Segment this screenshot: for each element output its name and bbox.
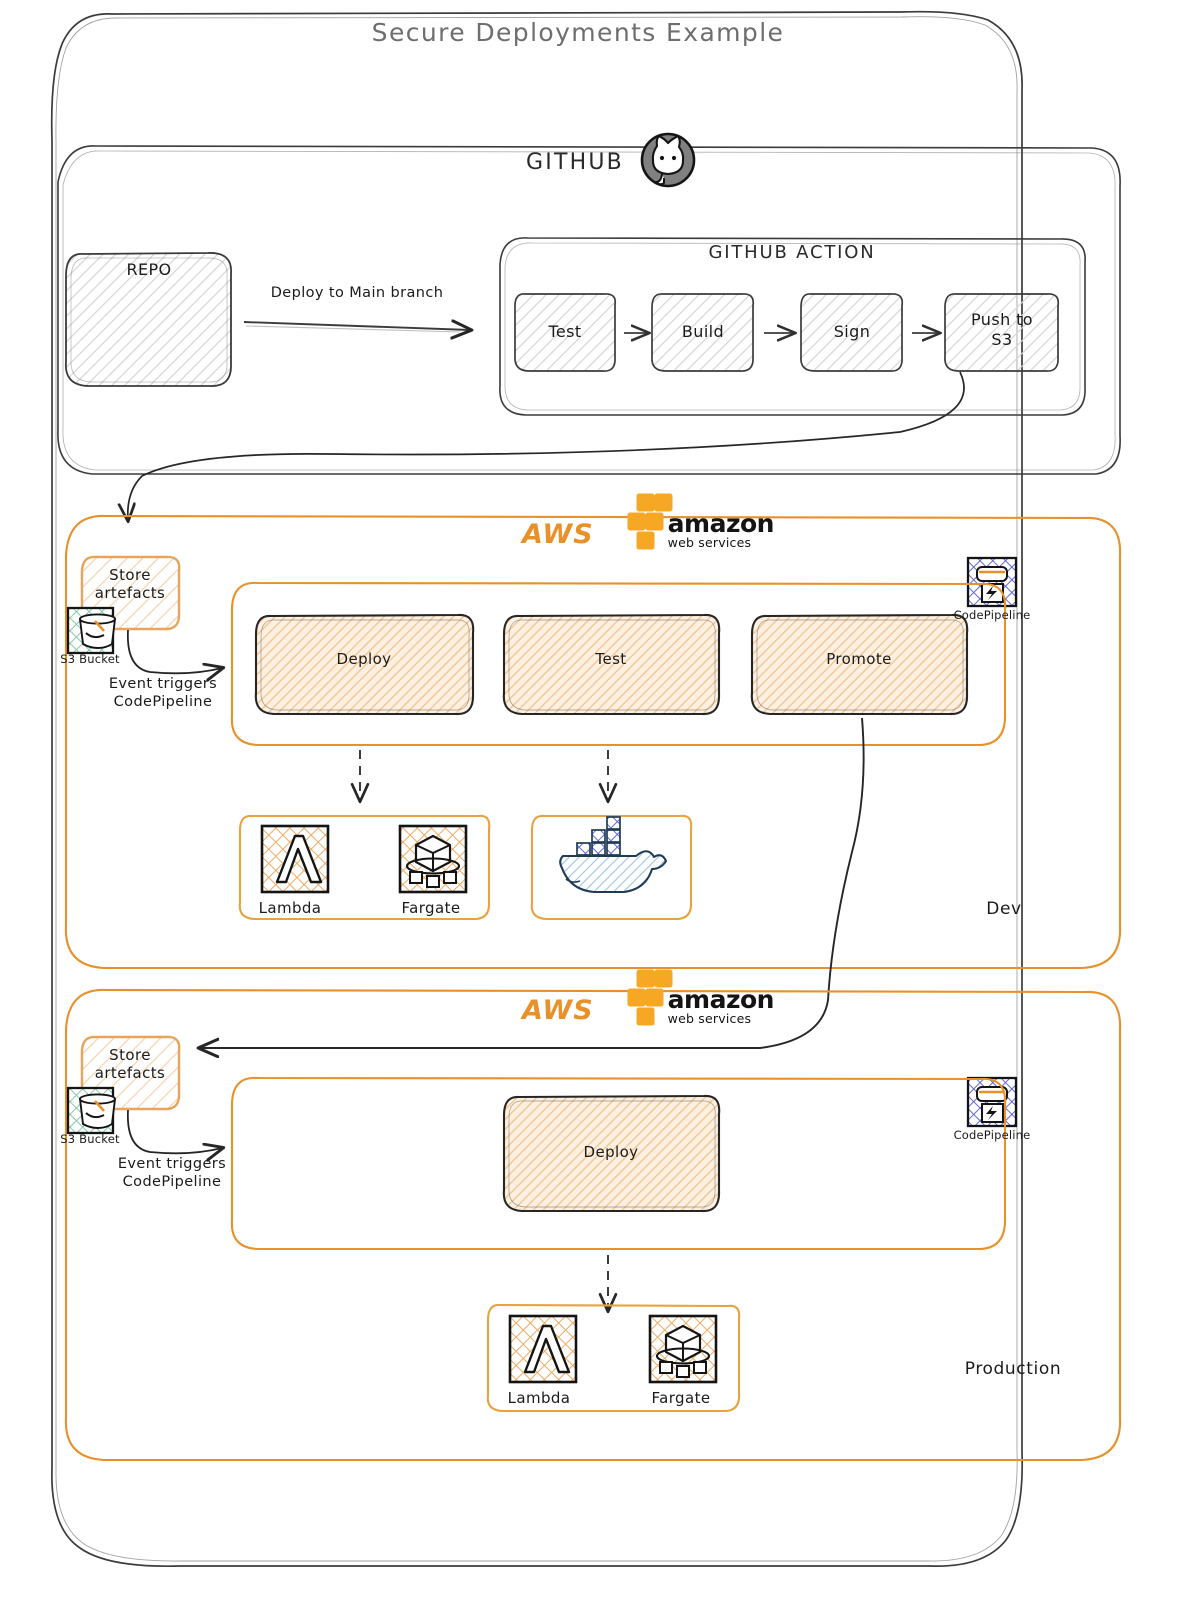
prod-codepipeline-icon-shape (966, 1076, 1018, 1128)
dev-stage-deploy[interactable]: Deploy (337, 650, 392, 668)
prod-s3-bucket-caption: S3 Bucket (60, 1132, 120, 1146)
prod-pipeline-container-shape (230, 1076, 1007, 1251)
edge-repo-to-action (243, 322, 470, 330)
aws-logo-prod: AWS amazon web services (522, 987, 774, 1026)
dev-fargate-icon-shape (398, 824, 468, 894)
dev-docker-group-shape (530, 814, 693, 921)
dev-s3-bucket-caption: S3 Bucket (60, 652, 120, 666)
dev-target-fargate-label: Fargate (401, 899, 461, 917)
prod-panel-shape (64, 988, 1122, 1462)
github-panel-title: GITHUB (526, 150, 624, 175)
prod-target-fargate-label: Fargate (651, 1389, 711, 1407)
prod-s3-icon-shape (66, 1086, 116, 1135)
github-octocat-icon-shape (640, 132, 696, 188)
dev-event-trigger-label: Event triggers CodePipeline (108, 676, 218, 710)
prod-codepipeline-caption: CodePipeline (953, 1128, 1031, 1142)
dev-codepipeline-caption: CodePipeline (953, 608, 1031, 622)
docker-whale-icon-shape (559, 816, 668, 894)
prod-environment-label: Production (964, 1359, 1062, 1379)
repo-box-label[interactable]: REPO (126, 260, 171, 280)
prod-target-lambda-label: Lambda (507, 1389, 571, 1407)
prod-event-arrow (127, 1109, 222, 1153)
prod-event-trigger-label: Event triggers CodePipeline (117, 1156, 227, 1190)
dev-store-artefacts-label[interactable]: Store artefacts (95, 566, 166, 603)
page-title: Secure Deployments Example (371, 18, 785, 47)
dev-stage-test[interactable]: Test (595, 650, 626, 668)
github-panel-shape (57, 145, 1121, 475)
dev-lambda-icon-shape (260, 824, 330, 894)
dev-target-lambda-label: Lambda (258, 899, 322, 917)
outer-frame (50, 10, 1024, 1568)
dev-stage-promote[interactable]: Promote (826, 650, 892, 668)
action-step-build[interactable]: Build (682, 322, 724, 342)
dev-environment-label: Dev (986, 899, 1022, 919)
web-services-wordmark: web services (667, 535, 752, 550)
aws-logo-dev: AWS amazon web services (522, 511, 774, 550)
prod-lambda-icon-shape (508, 1314, 578, 1384)
amazon-wordmark-prod: amazon (667, 985, 775, 1014)
action-step-test[interactable]: Test (548, 322, 581, 342)
action-step-sign[interactable]: Sign (834, 322, 871, 342)
prod-stage-deploy[interactable]: Deploy (584, 1143, 639, 1161)
aws-wordmark-prod: AWS (522, 994, 594, 1026)
dev-s3-icon-shape (66, 606, 116, 655)
aws-wordmark: AWS (522, 518, 594, 550)
prod-store-artefacts-label[interactable]: Store artefacts (95, 1046, 166, 1083)
diagram-canvas: Secure Deployments Example GITHUB REPO D… (0, 0, 1190, 1623)
prod-fargate-icon-shape (648, 1314, 718, 1384)
edge-label-deploy-to-main: Deploy to Main branch (270, 285, 444, 301)
github-action-title: GITHUB ACTION (708, 242, 876, 263)
dev-panel-shape (64, 514, 1122, 970)
edge-push-to-dev-store (128, 371, 965, 520)
web-services-wordmark-prod: web services (667, 1011, 752, 1026)
dev-codepipeline-icon-shape (966, 556, 1018, 608)
dev-event-arrow (127, 629, 222, 673)
amazon-wordmark: amazon (667, 509, 775, 538)
action-step-push-to-s3[interactable]: Push to S3 (971, 310, 1033, 349)
